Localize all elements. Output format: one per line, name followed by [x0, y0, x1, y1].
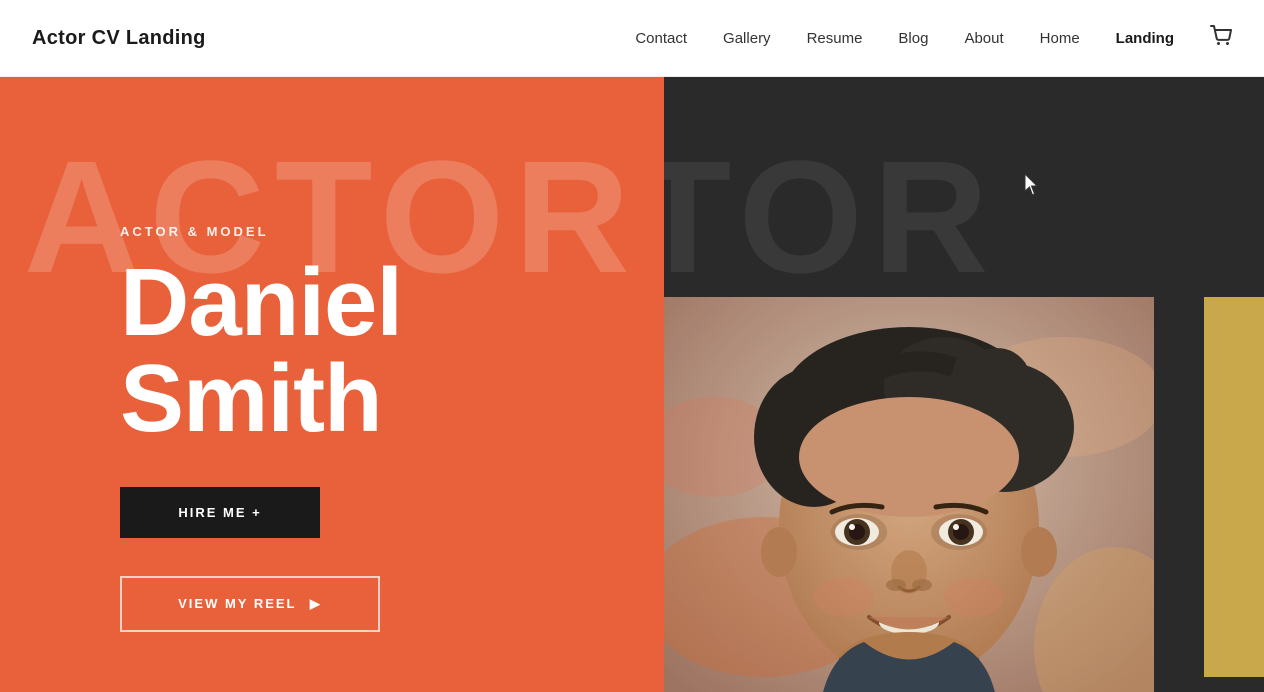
cart-icon[interactable] [1210, 25, 1232, 51]
gold-accent-strip [1204, 297, 1264, 677]
nav-about[interactable]: About [964, 30, 1003, 47]
nav-resume[interactable]: Resume [807, 30, 863, 47]
nav-blog[interactable]: Blog [898, 30, 928, 47]
hero-name-line2: Smith [120, 345, 382, 452]
site-header: Actor CV Landing Contact Gallery Resume … [0, 0, 1264, 77]
hero-right-panel: TOR [664, 77, 1264, 692]
hero-name: Daniel Smith [120, 255, 664, 447]
main-nav: Contact Gallery Resume Blog About Home L… [635, 25, 1232, 51]
view-reel-label: VIEW MY REEL [178, 596, 296, 611]
nav-contact[interactable]: Contact [635, 30, 687, 47]
mouse-cursor [1024, 173, 1044, 193]
hero-section: ACTOR ACTOR & MODEL Daniel Smith HIRE ME… [0, 77, 1264, 692]
nav-landing[interactable]: Landing [1116, 30, 1174, 47]
nav-gallery[interactable]: Gallery [723, 30, 771, 47]
hero-left-panel: ACTOR ACTOR & MODEL Daniel Smith HIRE ME… [0, 77, 664, 692]
play-icon: ▶ [310, 596, 322, 612]
view-reel-button[interactable]: VIEW MY REEL ▶ [120, 576, 380, 632]
hire-me-button[interactable]: HIRE ME + [120, 487, 320, 538]
hero-subtitle: ACTOR & MODEL [120, 224, 664, 239]
actor-photo [664, 297, 1154, 692]
site-logo[interactable]: Actor CV Landing [32, 27, 206, 50]
hero-bg-text-right: TOR [664, 137, 1264, 297]
nav-home[interactable]: Home [1040, 30, 1080, 47]
hero-name-line1: Daniel [120, 249, 402, 356]
